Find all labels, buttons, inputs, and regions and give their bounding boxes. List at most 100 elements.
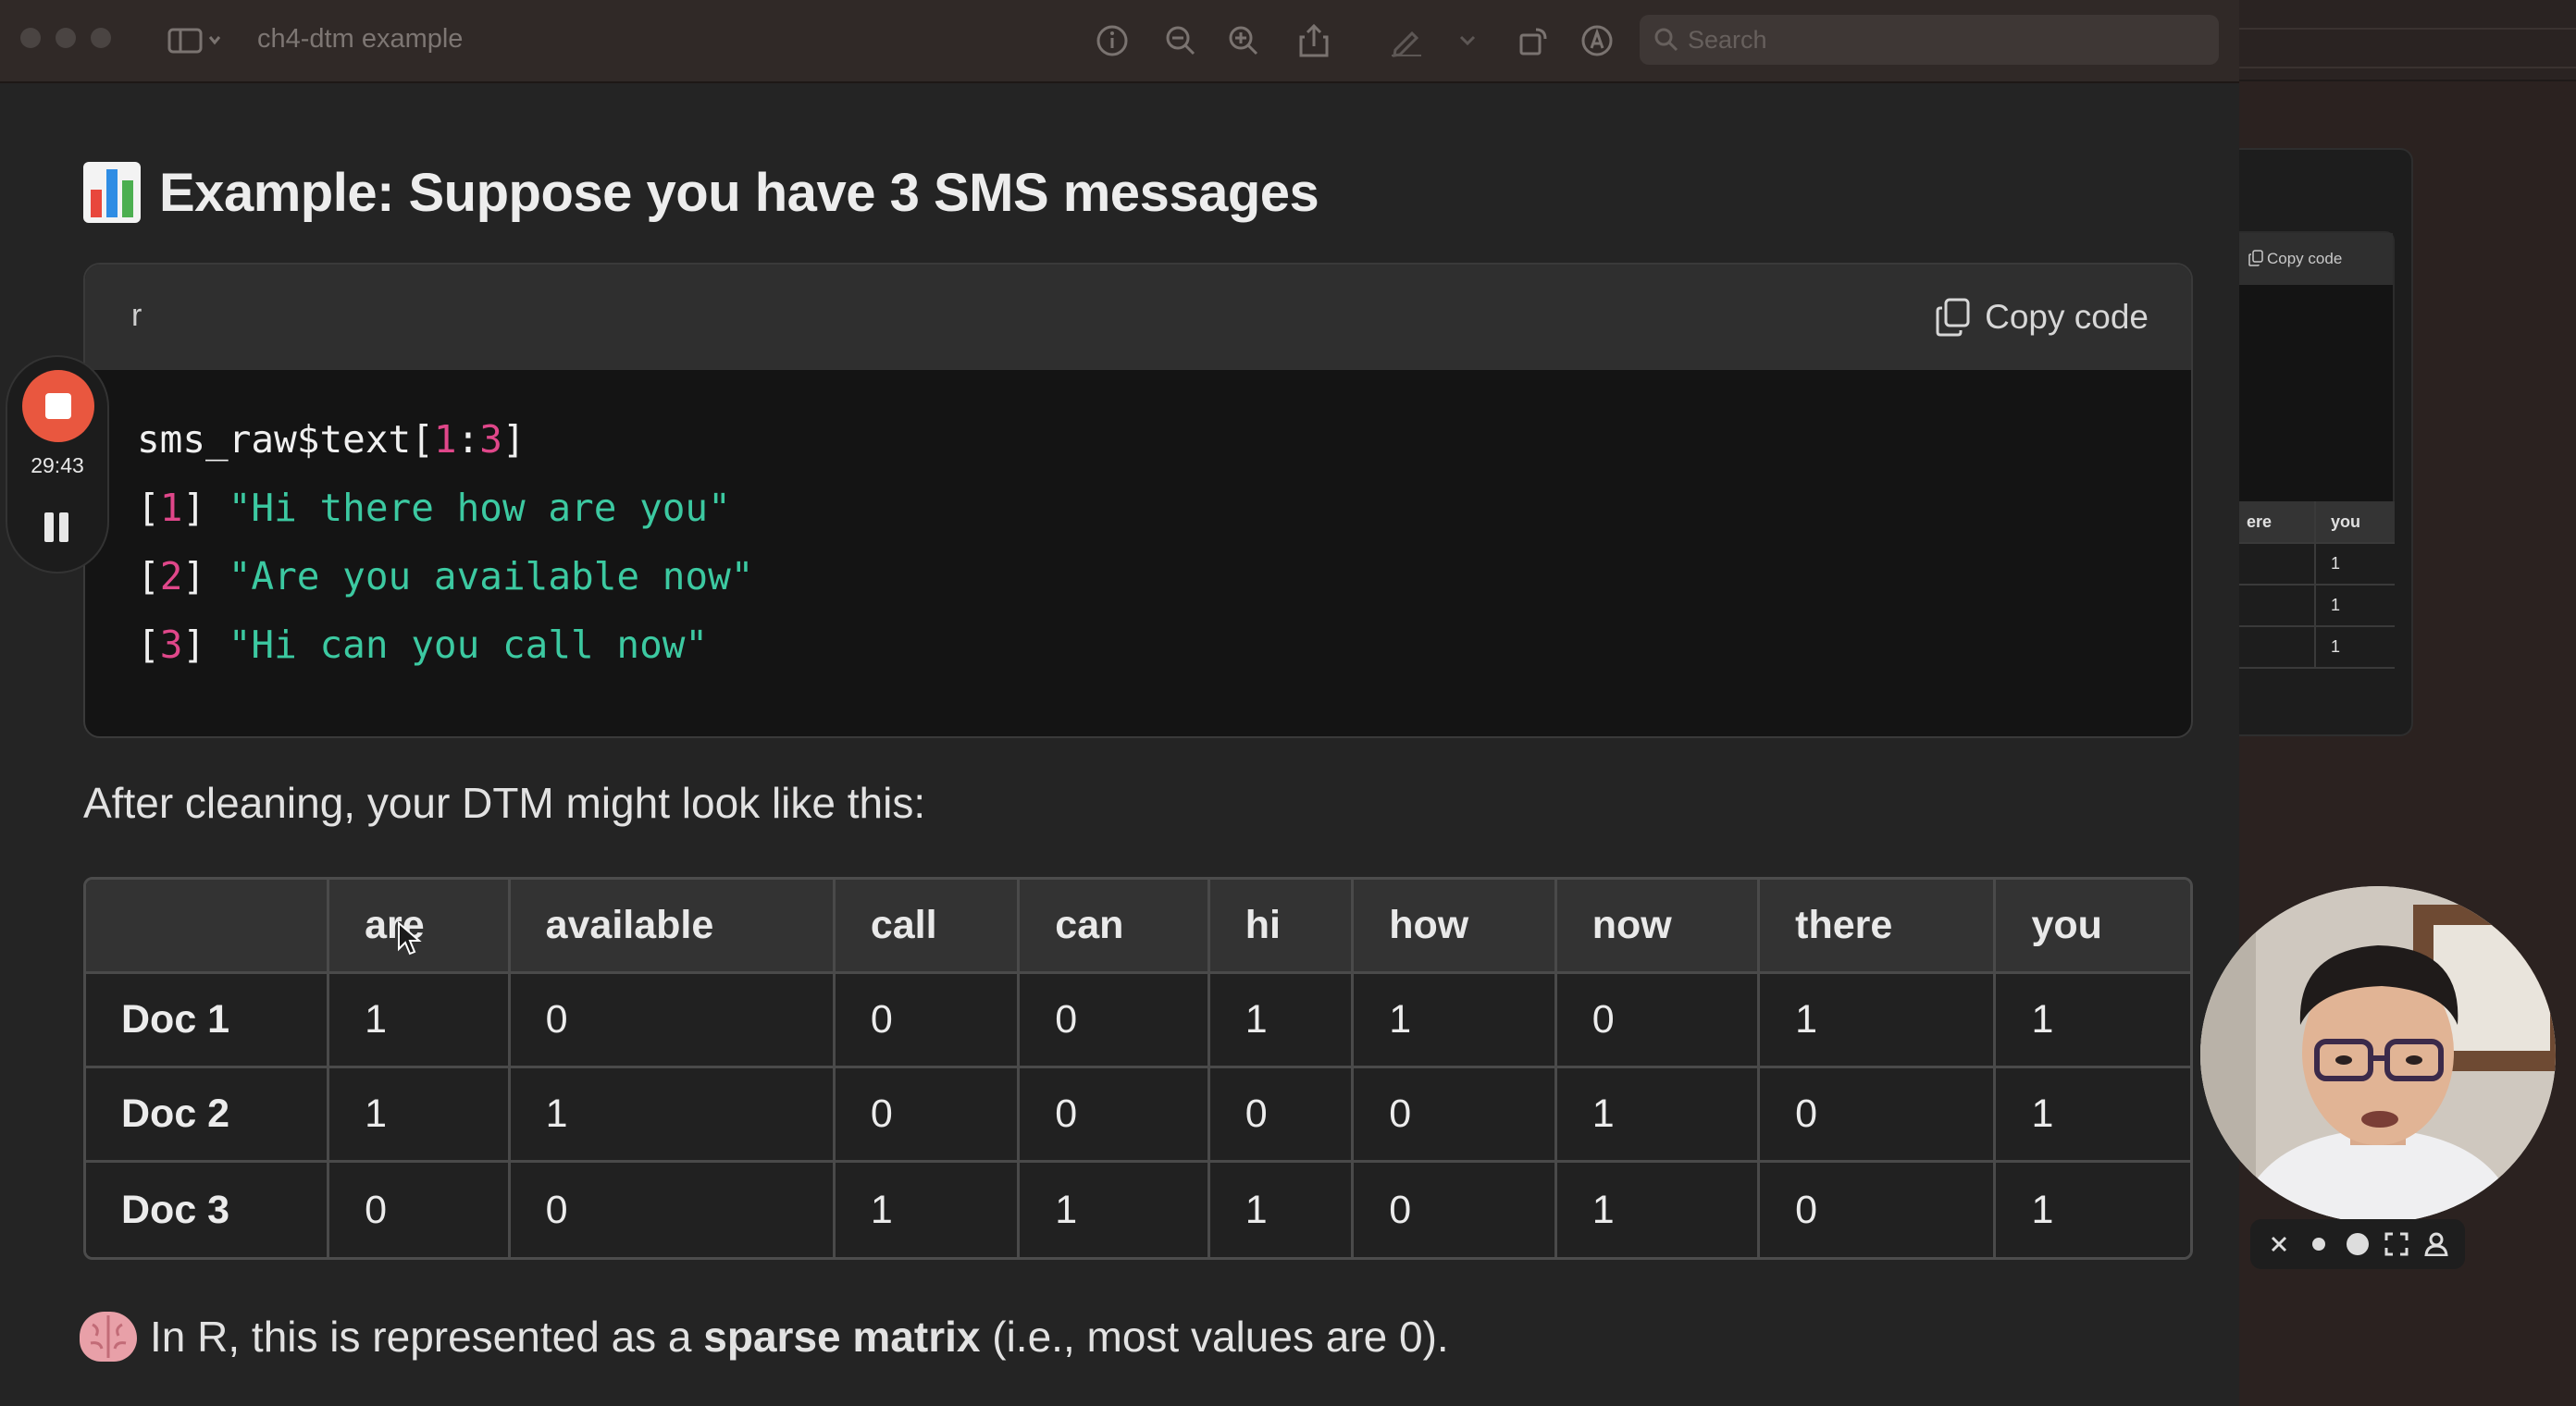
stop-recording-button[interactable] [22, 370, 94, 442]
background-code-header: Copy code [2239, 233, 2393, 285]
camera-person-button[interactable] [2420, 1227, 2453, 1261]
small-camera-size-button[interactable] [2302, 1227, 2335, 1261]
dot-small-icon [2311, 1238, 2325, 1251]
zoom-out-icon [1166, 26, 1195, 56]
pause-recording-button[interactable] [44, 512, 70, 542]
annotate-button[interactable] [1575, 18, 1619, 63]
search-field[interactable]: Search [1640, 15, 2219, 65]
table-cell: 0 [1020, 974, 1210, 1068]
table-cell: 1 [835, 1163, 1021, 1257]
background-content-card: Copy code ere you 1 1 1 [2239, 148, 2413, 736]
large-camera-size-button[interactable] [2341, 1227, 2374, 1261]
info-icon [1096, 25, 1128, 56]
table-cell: 0 [1209, 1068, 1355, 1163]
table-cell: 1 [1996, 1163, 2190, 1257]
close-window-button[interactable] [20, 28, 41, 48]
copy-code-label: Copy code [1985, 298, 2149, 336]
annotate-icon [1581, 25, 1613, 56]
table-cell [2239, 585, 2316, 627]
markup-button[interactable] [1384, 18, 1429, 63]
markup-menu-button[interactable] [1449, 18, 1486, 63]
share-button[interactable] [1292, 18, 1336, 63]
table-cell: 1 [1020, 1163, 1210, 1257]
row-header: Doc 1 [86, 974, 330, 1068]
minimize-window-button[interactable] [56, 28, 76, 48]
note-text-after: (i.e., most values are 0). [980, 1313, 1449, 1361]
section-heading: Example: Suppose you have 3 SMS messages [83, 155, 1319, 229]
person-icon [2424, 1232, 2448, 1256]
table-row: Doc 2 1 1 0 0 0 0 1 0 1 [86, 1068, 2190, 1163]
close-icon [2272, 1236, 2287, 1252]
code-content: sms_raw$text[1:3] [1] "Hi there how are … [137, 405, 753, 679]
rotate-button[interactable] [1512, 18, 1556, 63]
presenter-video [2200, 886, 2556, 1223]
table-cell [2239, 626, 2316, 669]
zoom-in-button[interactable] [1221, 18, 1266, 63]
column-header: now [1556, 880, 1761, 974]
table-cell: 0 [1760, 1163, 1997, 1257]
table-header-row: ere you [2239, 501, 2395, 544]
search-icon [1654, 28, 1678, 52]
column-header: available [510, 880, 836, 974]
table-cell: 0 [510, 974, 836, 1068]
code-block-header: r Copy code [85, 265, 2191, 370]
table-row: 1 [2239, 585, 2395, 627]
column-header: can [1020, 880, 1210, 974]
table-cell: 1 [1209, 1163, 1355, 1257]
table-cell: 1 [1209, 974, 1355, 1068]
table-cell: 0 [1556, 974, 1761, 1068]
row-header: Doc 2 [86, 1068, 330, 1163]
chevron-down-icon [1459, 35, 1476, 46]
rotate-icon [1519, 28, 1547, 56]
background-copy-code-button[interactable]: Copy code [2267, 250, 2342, 268]
code-output-line: [2] "Are you available now" [137, 554, 754, 598]
brain-emoji-icon [80, 1312, 137, 1362]
fullscreen-camera-button[interactable] [2380, 1227, 2413, 1261]
info-button[interactable] [1090, 18, 1134, 63]
webcam-overlay[interactable] [2200, 886, 2556, 1223]
copy-icon [2248, 250, 2263, 266]
code-output-line: [1] "Hi there how are you" [137, 486, 731, 530]
background-window-titlebar [2239, 0, 2576, 81]
table-cell: 1 [1996, 1068, 2190, 1163]
background-tab-strip [2239, 28, 2576, 68]
close-camera-button[interactable] [2262, 1227, 2296, 1261]
column-header: you [2315, 501, 2395, 544]
column-header: ere [2239, 501, 2316, 544]
window-title: ch4-dtm example [257, 24, 464, 54]
code-line: sms_raw$text[1:3] [137, 417, 526, 462]
zoom-window-button[interactable] [91, 28, 111, 48]
code-language-label: r [131, 298, 142, 333]
table-cell: 1 [1996, 974, 2190, 1068]
zoom-out-button[interactable] [1158, 18, 1203, 63]
table-cell: 0 [1760, 1068, 1997, 1163]
row-header: Doc 3 [86, 1163, 330, 1257]
preview-window: ch4-dtm example Search Example: Suppose … [0, 0, 2239, 1406]
search-placeholder: Search [1688, 26, 1767, 54]
column-header: there [1760, 880, 1997, 974]
code-output-line: [3] "Hi can you call now" [137, 623, 709, 667]
table-cell: 0 [1020, 1068, 1210, 1163]
table-row: Doc 1 1 0 0 0 1 1 0 1 1 [86, 974, 2190, 1068]
table-cell: 0 [1354, 1163, 1557, 1257]
table-cell: 1 [1556, 1068, 1761, 1163]
table-row: Doc 3 0 0 1 1 1 0 1 0 1 [86, 1163, 2190, 1257]
share-icon [1299, 23, 1329, 57]
recording-timer: 29:43 [31, 453, 84, 477]
title-bar: ch4-dtm example Search [0, 0, 2239, 83]
sidebar-icon [167, 28, 221, 54]
table-cell: 1 [329, 1068, 511, 1163]
table-cell: 1 [1556, 1163, 1761, 1257]
heading-text: Example: Suppose you have 3 SMS messages [159, 162, 1319, 223]
screen-recorder-control: 29:43 [6, 355, 109, 574]
sidebar-toggle-button[interactable] [159, 18, 233, 63]
column-header: hi [1209, 880, 1355, 974]
sparse-matrix-note: In R, this is represented as a sparse ma… [80, 1306, 1449, 1367]
table-cell: 1 [510, 1068, 836, 1163]
zoom-in-icon [1229, 26, 1258, 56]
mouse-cursor-icon [398, 921, 422, 956]
copy-code-button[interactable]: Copy code [1935, 292, 2149, 342]
table-row: 1 [2239, 543, 2395, 586]
note-text-before: In R, this is represented as a [150, 1313, 704, 1361]
table-cell: 0 [1354, 1068, 1557, 1163]
